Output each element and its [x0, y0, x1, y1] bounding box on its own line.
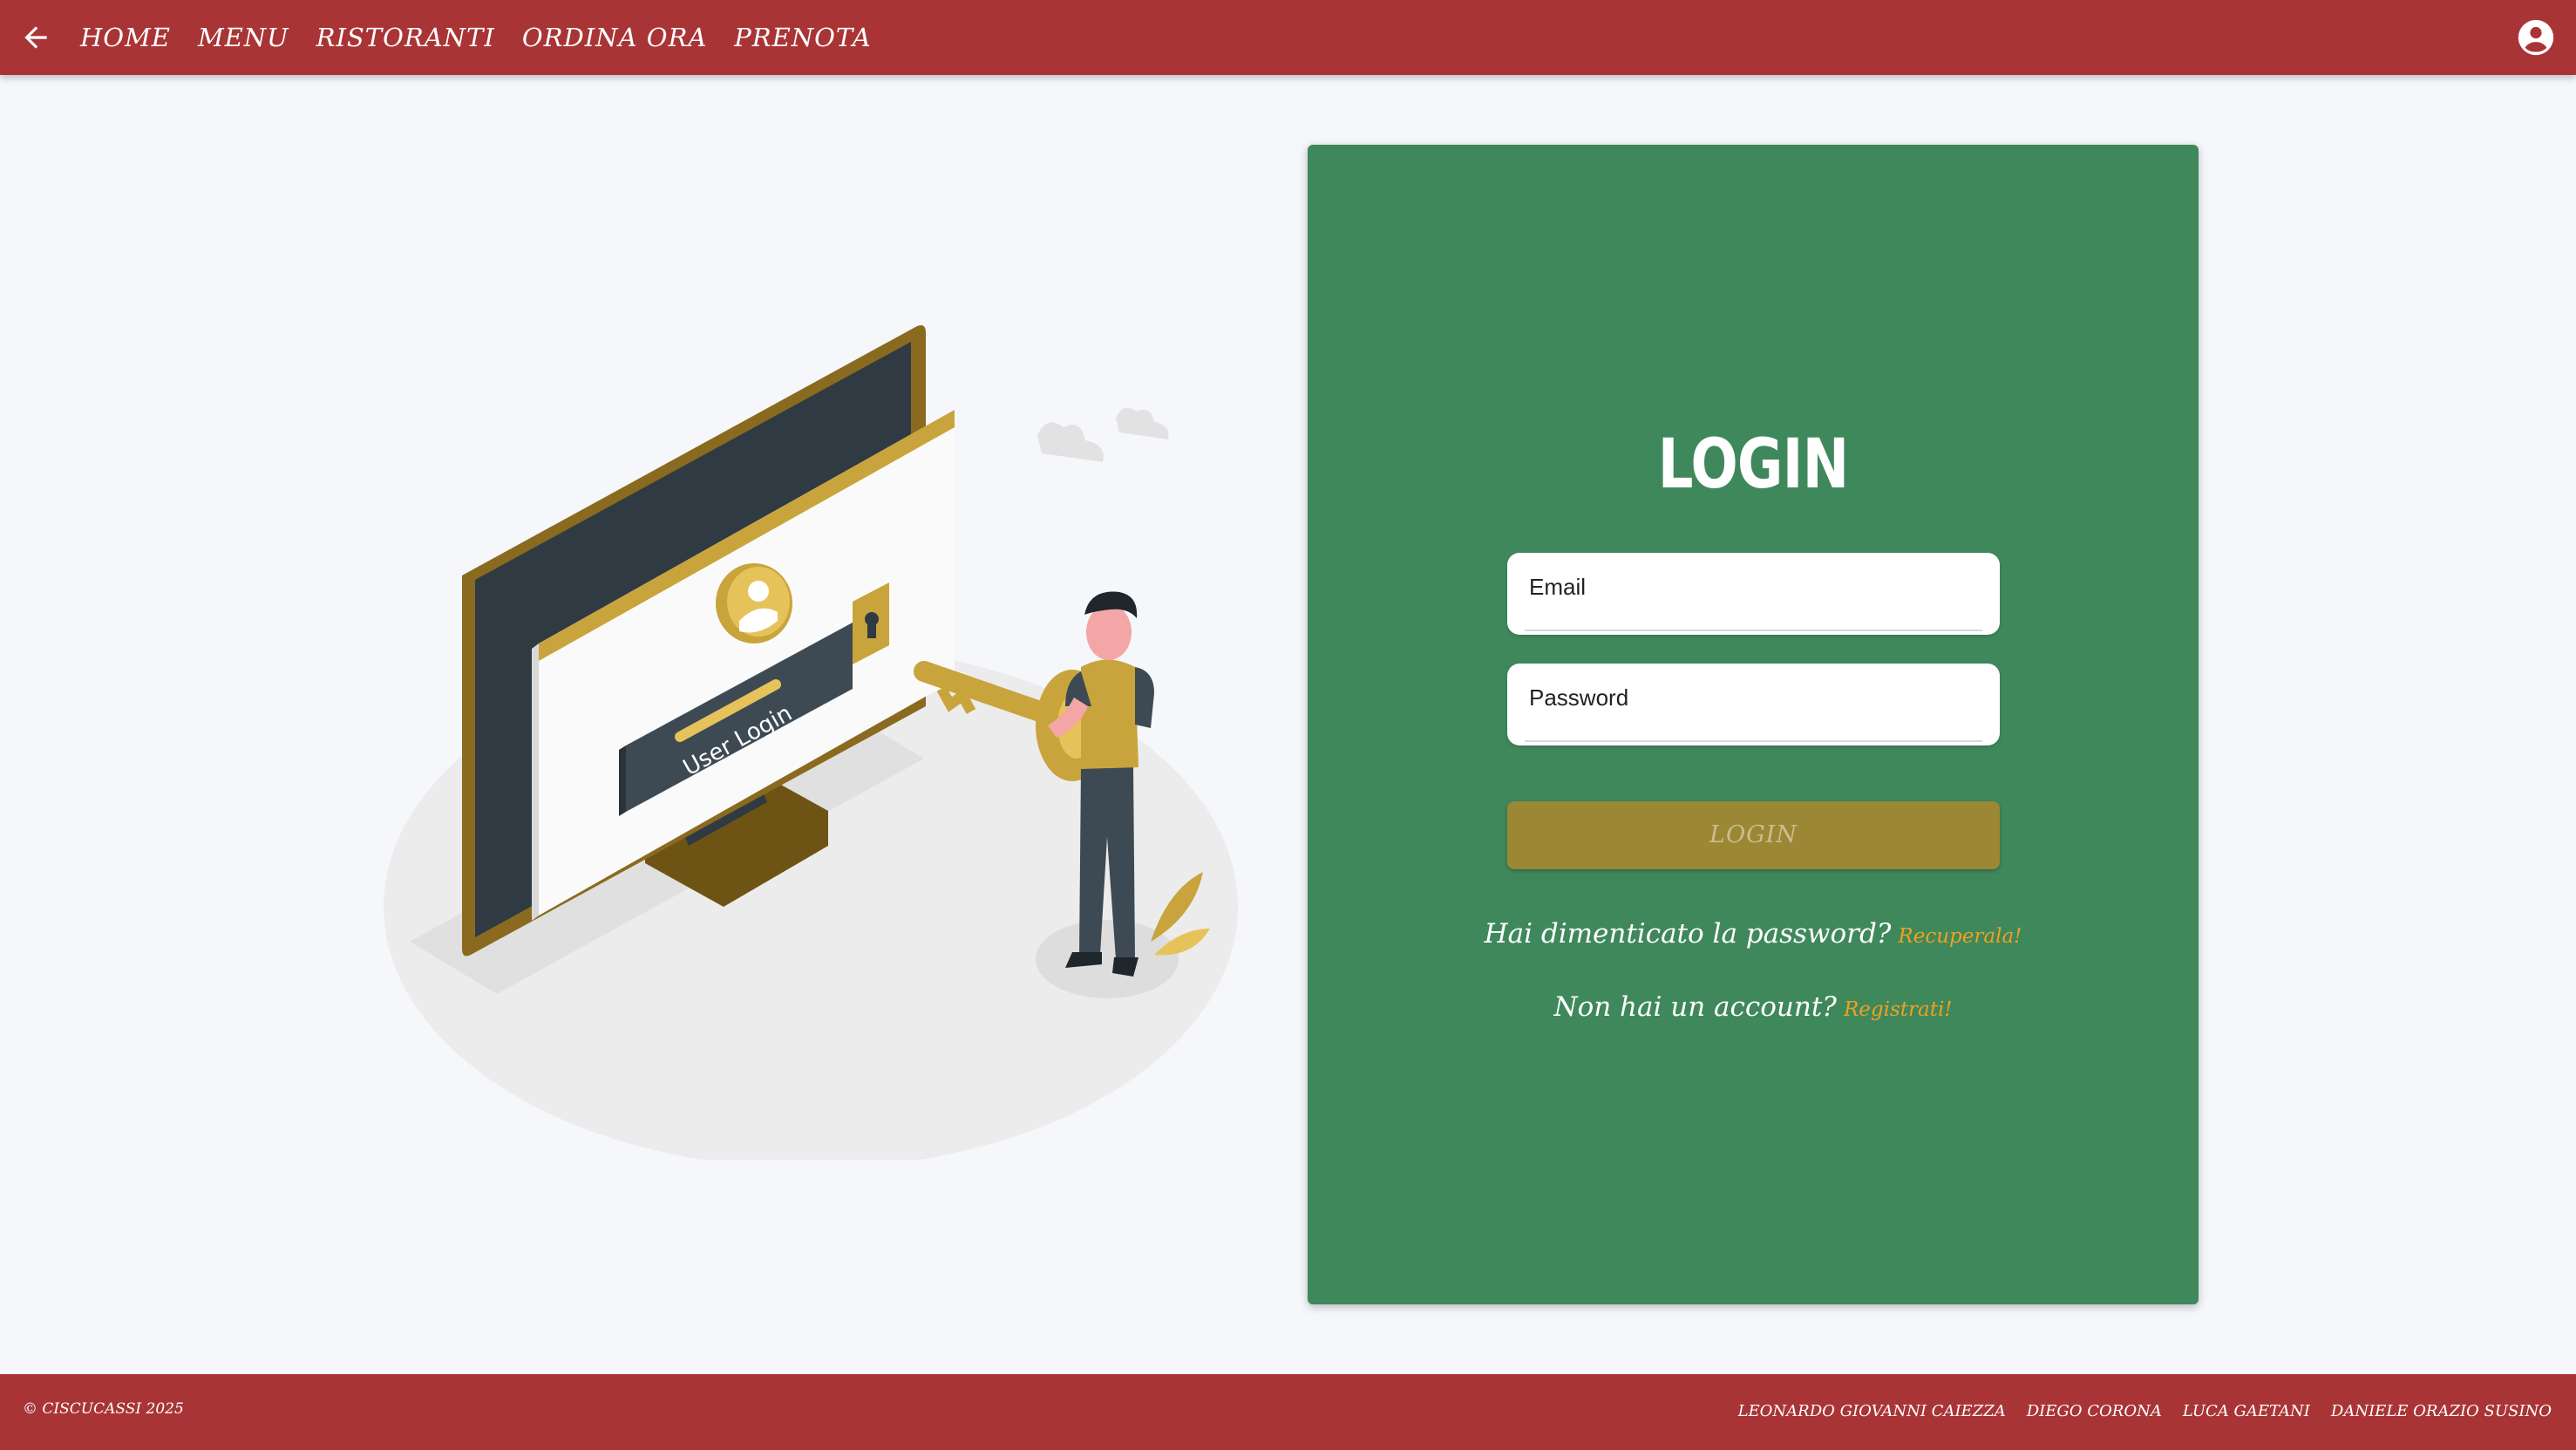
register-link[interactable]: Registrati! [1844, 998, 1953, 1021]
recover-password-link[interactable]: Recuperala! [1898, 925, 2022, 948]
main-nav: HOME MENU RISTORANTI ORDINA ORA PRENOTA [80, 0, 899, 75]
password-field-label: Password [1529, 684, 1629, 711]
login-illustration: User Login [384, 325, 1238, 1160]
register-row: Non hai un account? Registrati! [1308, 991, 2199, 1023]
author-name: LEONARDO GIOVANNI CAIEZZA [1737, 1402, 2006, 1420]
password-field-underline [1525, 740, 1982, 742]
email-field[interactable]: Email [1507, 553, 2000, 635]
top-navigation-bar: HOME MENU RISTORANTI ORDINA ORA PRENOTA [0, 0, 2576, 75]
author-name: DIEGO CORONA [2026, 1402, 2162, 1420]
nav-prenota[interactable]: PRENOTA [734, 23, 871, 52]
nav-menu[interactable]: MENU [198, 23, 289, 52]
login-title: LOGIN [1657, 425, 1849, 504]
footer: © CISCUCASSI 2025 LEONARDO GIOVANNI CAIE… [0, 1374, 2576, 1450]
nav-home[interactable]: HOME [80, 23, 171, 52]
author-name: DANIELE ORAZIO SUSINO [2330, 1402, 2552, 1420]
email-field-underline [1525, 630, 1982, 631]
account-circle-icon[interactable] [2517, 18, 2555, 57]
forgot-password-row: Hai dimenticato la password? Recuperala! [1308, 918, 2199, 950]
authors-list: LEONARDO GIOVANNI CAIEZZA DIEGO CORONA L… [1717, 1402, 2552, 1420]
copyright-text: © CISCUCASSI 2025 [23, 1400, 184, 1418]
nav-ordina-ora[interactable]: ORDINA ORA [522, 23, 707, 52]
login-button[interactable]: LOGIN [1507, 801, 2000, 869]
author-name: LUCA GAETANI [2182, 1402, 2310, 1420]
password-field[interactable]: Password [1507, 664, 2000, 745]
forgot-password-text: Hai dimenticato la password? [1484, 918, 1892, 950]
email-field-label: Email [1529, 574, 1587, 600]
register-text: Non hai un account? [1553, 991, 1837, 1023]
arrow-left-icon[interactable] [19, 21, 52, 54]
nav-ristoranti[interactable]: RISTORANTI [316, 23, 495, 52]
